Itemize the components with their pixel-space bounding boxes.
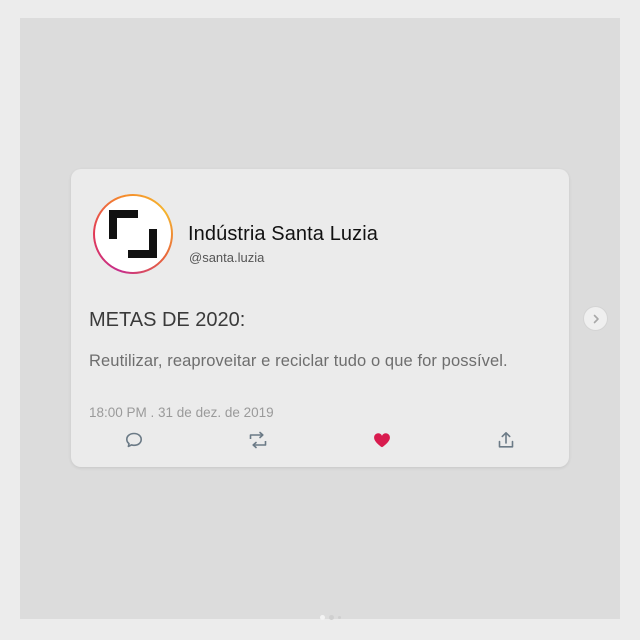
action-bar	[71, 425, 569, 455]
pagination-dot[interactable]	[338, 616, 341, 619]
chevron-right-icon	[593, 314, 599, 323]
post-timestamp: 18:00 PM . 31 de dez. de 2019	[89, 405, 274, 420]
retweet-button[interactable]	[243, 425, 273, 455]
post-heading: METAS DE 2020:	[89, 309, 246, 331]
brand-logo	[95, 196, 171, 272]
post-stage: Indústria Santa Luzia @santa.luzia METAS…	[20, 18, 620, 620]
carousel-pagination	[320, 615, 341, 620]
author-handle[interactable]: @santa.luzia	[189, 250, 264, 265]
share-icon	[498, 432, 514, 448]
tweet-card: Indústria Santa Luzia @santa.luzia METAS…	[71, 169, 569, 467]
comment-icon	[126, 432, 142, 448]
carousel-next-button[interactable]	[583, 306, 608, 331]
author-name[interactable]: Indústria Santa Luzia	[188, 223, 378, 246]
post-body: Reutilizar, reaproveitar e reciclar tudo…	[89, 352, 508, 370]
share-button[interactable]	[491, 425, 521, 455]
retweet-icon	[249, 431, 267, 449]
pagination-dot[interactable]	[329, 615, 334, 620]
reply-button[interactable]	[119, 425, 149, 455]
avatar[interactable]	[93, 194, 173, 274]
heart-icon	[374, 433, 390, 448]
like-button[interactable]	[367, 425, 397, 455]
pagination-dot[interactable]	[320, 615, 325, 620]
bracket-logo-icon	[109, 210, 157, 258]
